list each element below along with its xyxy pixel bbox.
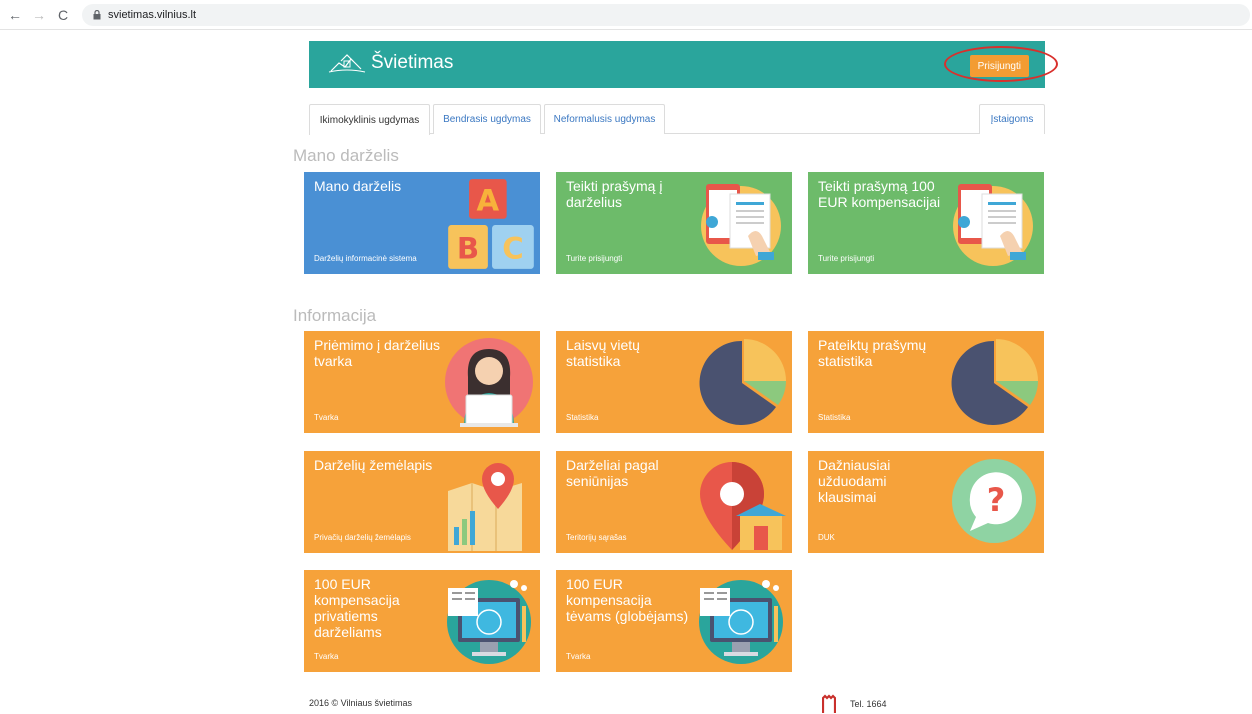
tile-subtitle: Teritorijų sąrašas bbox=[566, 533, 627, 542]
tile-priemimo[interactable]: Priėmimo į darželius tvarka Tvarka bbox=[304, 331, 540, 433]
logo-icon bbox=[328, 54, 366, 73]
tile-title: 100 EUR kompensacija tėvams (globėjams) bbox=[566, 576, 689, 624]
tile-subtitle: DUK bbox=[818, 533, 835, 542]
tile-subtitle: Tvarka bbox=[566, 652, 591, 661]
vilnius-crest-icon bbox=[822, 694, 836, 713]
tile-title: Dažniausiai užduodami klausimai bbox=[818, 457, 891, 505]
tile-title: Priėmimo į darželius tvarka bbox=[314, 337, 441, 369]
footer-phone: Tel. 1664 bbox=[850, 699, 887, 709]
monitor-book-icon bbox=[447, 580, 531, 664]
svg-text:?: ? bbox=[987, 481, 1006, 519]
person-laptop-icon bbox=[445, 338, 533, 427]
phone-document-icon bbox=[701, 184, 781, 266]
tile-zemelapis[interactable]: Darželių žemėlapis Privačių darželių žem… bbox=[304, 451, 540, 553]
site-header: Švietimas Prisijungti bbox=[309, 41, 1045, 88]
site-title: Švietimas bbox=[371, 52, 454, 73]
tile-subtitle: Darželių informacinė sistema bbox=[314, 254, 417, 263]
pie-chart-icon bbox=[951, 339, 1038, 425]
tile-mano-darzelis[interactable]: Mano darželis Darželių informacinė siste… bbox=[304, 172, 540, 274]
tile-title: Darželių žemėlapis bbox=[314, 457, 433, 473]
tab-ikimokyklinis[interactable]: Ikimokyklinis ugdymas bbox=[309, 104, 430, 135]
section-title-info: Informacija bbox=[293, 306, 377, 325]
tab-bar: Ikimokyklinis ugdymas Bendrasis ugdymas … bbox=[309, 104, 1045, 135]
svg-text:B: B bbox=[457, 231, 479, 265]
abc-blocks-icon: A B C bbox=[448, 179, 534, 269]
forward-icon[interactable]: → bbox=[30, 6, 48, 24]
tile-subtitle: Statistika bbox=[818, 413, 851, 422]
phone-document-icon bbox=[953, 184, 1033, 266]
reload-icon[interactable]: C bbox=[54, 6, 72, 24]
tile-title: Darželiai pagal seniūnijas bbox=[566, 457, 659, 489]
browser-toolbar: ← → C svietimas.vilnius.lt bbox=[0, 0, 1252, 30]
tile-title: Mano darželis bbox=[314, 178, 402, 194]
tile-subtitle: Statistika bbox=[566, 413, 599, 422]
tile-subtitle: Tvarka bbox=[314, 652, 339, 661]
tile-title: Teikti prašymą į darželius bbox=[566, 178, 663, 210]
footer-contact: Tel. 1664 bbox=[822, 694, 887, 714]
svg-text:A: A bbox=[477, 183, 500, 217]
tile-title: Teikti prašymą 100 EUR kompensacijai bbox=[818, 178, 941, 210]
map-pin-icon bbox=[448, 463, 522, 551]
back-icon[interactable]: ← bbox=[6, 6, 24, 24]
tile-teikti-darzelius[interactable]: Teikti prašymą į darželius Turite prisij… bbox=[556, 172, 792, 274]
tile-laisvu-vietu[interactable]: Laisvų vietų statistika Statistika bbox=[556, 331, 792, 433]
tile-subtitle: Turite prisijungti bbox=[818, 254, 875, 263]
tab-bendrasis[interactable]: Bendrasis ugdymas bbox=[433, 104, 541, 134]
tile-subtitle: Tvarka bbox=[314, 413, 339, 422]
tile-title: 100 EUR kompensacija privatiems darželia… bbox=[314, 576, 400, 640]
tile-title: Laisvų vietų statistika bbox=[566, 337, 640, 369]
section-title-mano: Mano darželis bbox=[293, 146, 399, 165]
tab-neformalusis[interactable]: Neformalusis ugdymas bbox=[544, 104, 665, 134]
site-logo[interactable]: Švietimas bbox=[327, 51, 453, 75]
tab-istaigoms[interactable]: Įstaigoms bbox=[979, 104, 1045, 134]
lock-icon bbox=[92, 10, 102, 20]
tile-seniunijas[interactable]: Darželiai pagal seniūnijas Teritorijų są… bbox=[556, 451, 792, 553]
tile-kompensacija-privatiems[interactable]: 100 EUR kompensacija privatiems darželia… bbox=[304, 570, 540, 672]
tile-subtitle: Turite prisijungti bbox=[566, 254, 623, 263]
tile-kompensacija-tevams[interactable]: 100 EUR kompensacija tėvams (globėjams) … bbox=[556, 570, 792, 672]
highlight-circle bbox=[944, 46, 1058, 82]
location-house-icon bbox=[700, 462, 786, 550]
tile-teikti-kompensacija[interactable]: Teikti prašymą 100 EUR kompensacijai Tur… bbox=[808, 172, 1044, 274]
tile-duk[interactable]: Dažniausiai užduodami klausimai DUK ? bbox=[808, 451, 1044, 553]
question-bubble-icon: ? bbox=[952, 459, 1036, 543]
page: Švietimas Prisijungti Ikimokyklinis ugdy… bbox=[0, 30, 1252, 714]
tile-subtitle: Privačių darželių žemėlapis bbox=[314, 533, 411, 542]
monitor-book-icon bbox=[699, 580, 783, 664]
tile-title: Pateiktų prašymų statistika bbox=[818, 337, 927, 369]
tile-pateiktu-prasymu[interactable]: Pateiktų prašymų statistika Statistika bbox=[808, 331, 1044, 433]
footer-copyright: 2016 © Vilniaus švietimas bbox=[309, 698, 413, 708]
pie-chart-icon bbox=[699, 339, 786, 425]
svg-text:C: C bbox=[502, 231, 523, 265]
address-bar[interactable]: svietimas.vilnius.lt bbox=[82, 4, 1250, 26]
url-text: svietimas.vilnius.lt bbox=[108, 9, 197, 21]
